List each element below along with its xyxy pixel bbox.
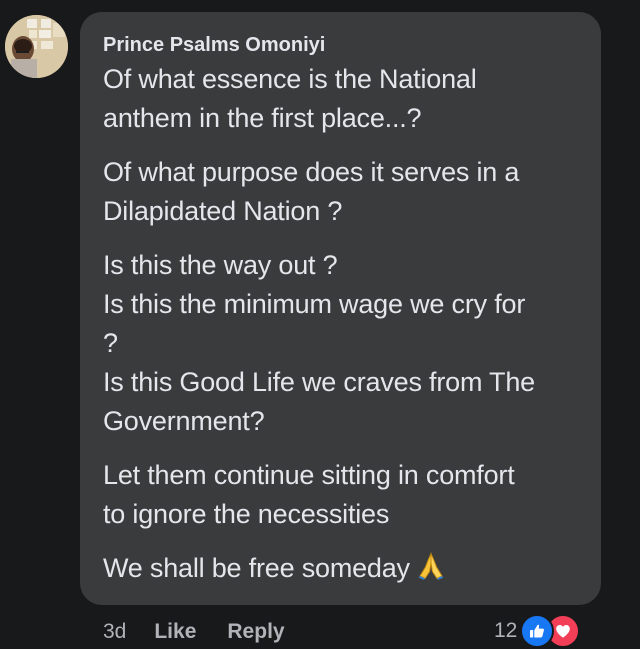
comment-text-line: Is this Good Life we craves from The [103, 367, 535, 397]
comment-paragraph: We shall be free someday [103, 549, 585, 592]
reaction-summary[interactable]: 12 [494, 614, 581, 648]
comment-paragraph: Is this the way out ? Is this the minimum… [103, 246, 585, 441]
comment-paragraph: Let them continue sitting in comfort to i… [103, 456, 585, 534]
comment-text-line: Is this the way out ? [103, 250, 338, 280]
avatar-photo [5, 15, 68, 78]
comment-paragraph: Of what purpose does it serves in a Dilap… [103, 153, 585, 231]
comment-actions: 3d Like Reply [103, 617, 285, 647]
comment-text-line: Of what essence is the National [103, 64, 477, 94]
comment-paragraph: Of what essence is the National anthem in… [103, 60, 585, 138]
comment-body: Of what essence is the National anthem in… [103, 60, 585, 592]
comment-text-line: Government? [103, 406, 265, 436]
avatar[interactable] [5, 15, 68, 78]
comment-bubble: Prince Psalms Omoniyi Of what essence is… [80, 12, 601, 605]
like-button[interactable]: Like [154, 620, 196, 644]
comment-text-line: Dilapidated Nation ? [103, 196, 343, 226]
comment-text-line: anthem in the first place...? [103, 103, 422, 133]
folded-hands-icon [416, 551, 446, 592]
like-icon [520, 614, 555, 648]
comment-text-line: to ignore the necessities [103, 499, 390, 529]
comment-text-line: ? [103, 328, 118, 358]
comment-author[interactable]: Prince Psalms Omoniyi [103, 33, 585, 57]
comment-text-line: Let them continue sitting in comfort [103, 460, 515, 490]
comment-timestamp[interactable]: 3d [103, 620, 126, 644]
comment-text-line: Of what purpose does it serves in a [103, 157, 520, 187]
reply-button[interactable]: Reply [227, 620, 284, 644]
comment-text-line: Is this the minimum wage we cry for [103, 289, 526, 319]
comment-text-line: We shall be free someday [103, 549, 585, 592]
reaction-count: 12 [494, 619, 518, 642]
